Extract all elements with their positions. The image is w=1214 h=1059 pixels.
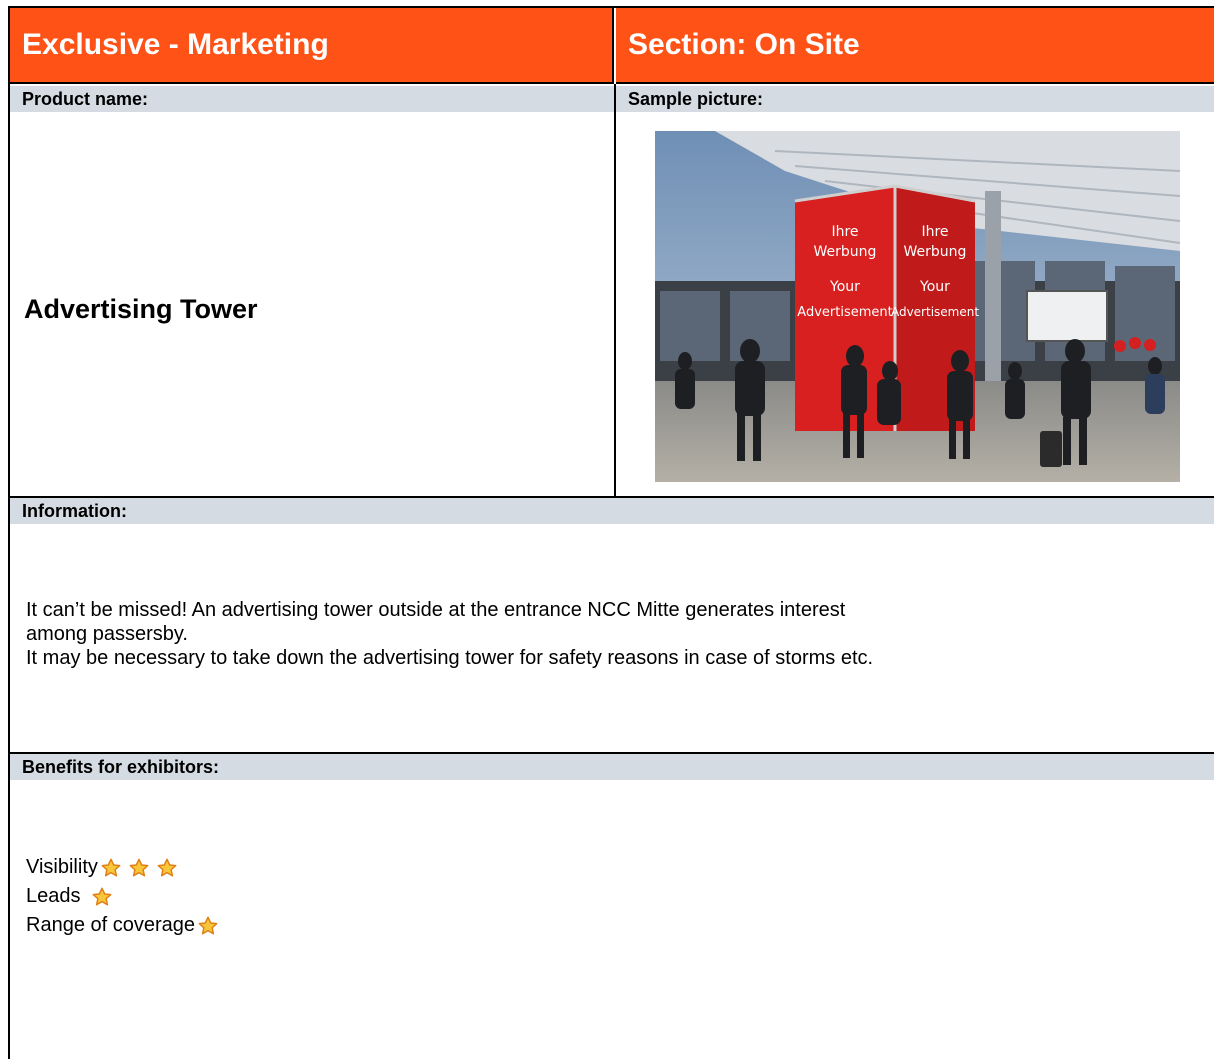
benefit-label: Visibility [26, 856, 98, 878]
benefit-row: Leads [26, 882, 219, 911]
information-line-1: It can’t be missed! An advertising tower… [26, 599, 846, 621]
information-label: Information: [10, 498, 1214, 524]
tower-text-advertisement: Advertisement [797, 305, 892, 320]
information-line-2: among passersby. [26, 623, 188, 645]
star-icon [100, 857, 122, 879]
sample-picture: Ihre Werbung Your Advertisement Ihre Wer… [655, 131, 1180, 482]
tower-text-werbung-2: Werbung [904, 244, 967, 260]
star-icon [128, 857, 150, 879]
benefits-list: Visibility Leads Range of coverage [26, 853, 219, 940]
benefit-row: Visibility [26, 853, 219, 882]
benefit-label: Range of coverage [26, 914, 196, 936]
header-exclusive-marketing: Exclusive - Marketing [10, 8, 614, 84]
product-name: Advertising Tower [24, 294, 258, 324]
star-icon [197, 915, 219, 937]
header-section: Section: On Site [616, 8, 1214, 84]
column-divider [614, 84, 616, 496]
tower-text-your-2: Your [919, 279, 950, 295]
benefits-label: Benefits for exhibitors: [10, 754, 1214, 780]
benefit-label: Leads [26, 885, 81, 907]
product-name-label: Product name: [10, 86, 614, 112]
tower-text-advertisement-2: Advertisement [891, 305, 979, 319]
star-icon [91, 886, 113, 908]
product-sheet: Exclusive - Marketing Section: On Site P… [8, 6, 1214, 1059]
tower-text-your: Your [829, 279, 860, 295]
information-text: It can’t be missed! An advertising tower… [26, 598, 1206, 670]
sample-picture-label: Sample picture: [616, 86, 1214, 112]
tower-text-ihre-2: Ihre [921, 224, 948, 240]
information-line-3: It may be necessary to take down the adv… [26, 647, 874, 669]
star-icon [156, 857, 178, 879]
tower-text-ihre: Ihre [831, 224, 858, 240]
tower-text-werbung: Werbung [814, 244, 877, 260]
benefit-row: Range of coverage [26, 911, 219, 940]
